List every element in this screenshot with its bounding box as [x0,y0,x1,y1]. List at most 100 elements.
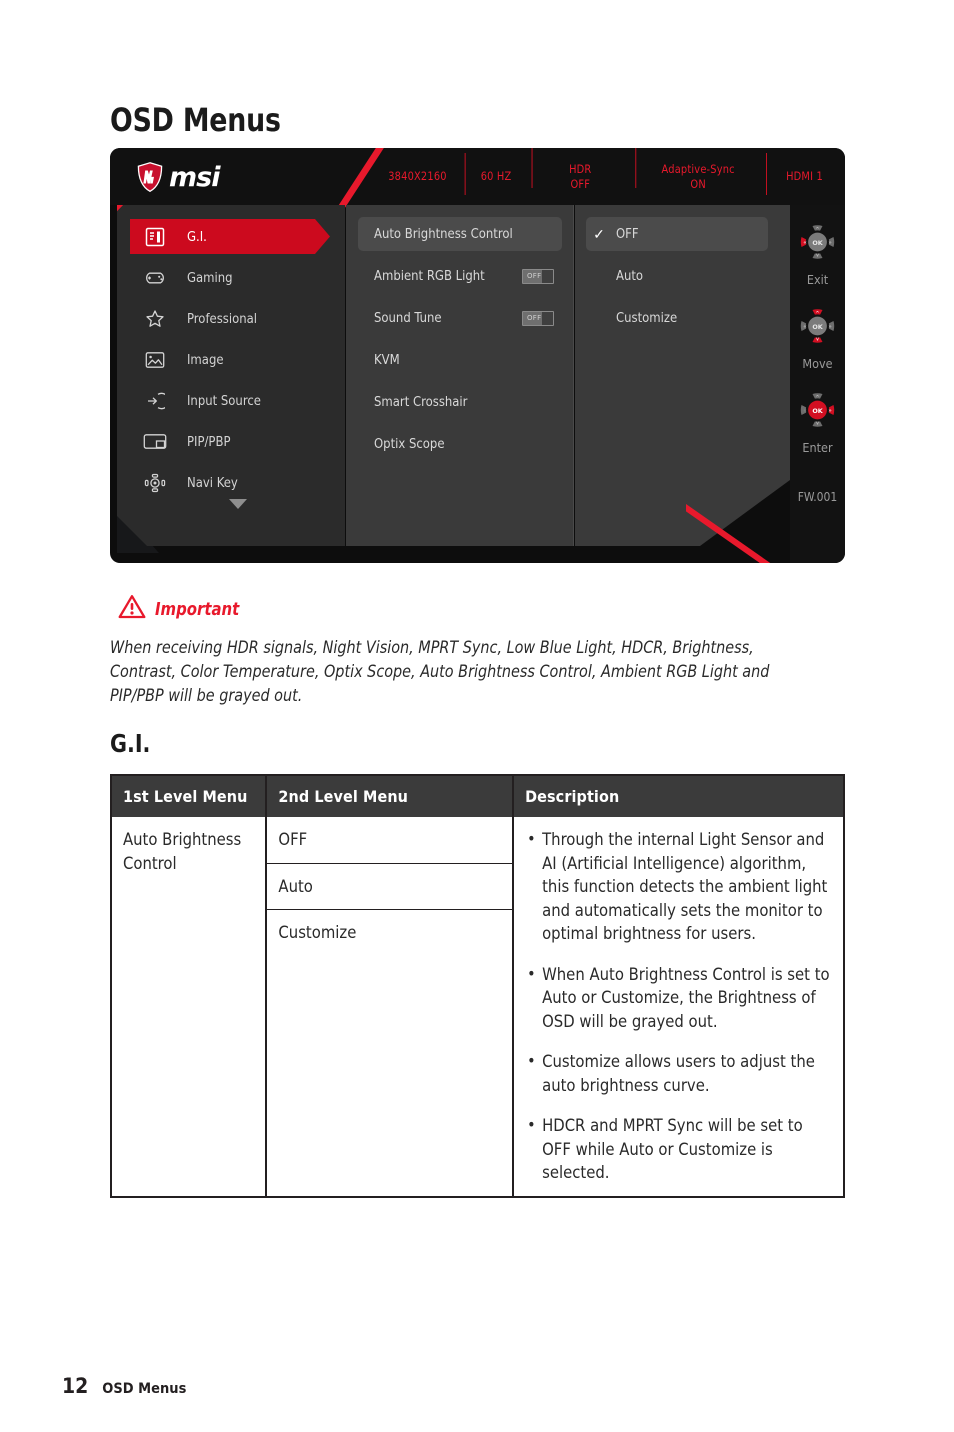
option-customize[interactable]: Customize [586,301,768,335]
menu-item-label: Optix Scope [374,436,445,452]
osd-status-bar: msi 3840X2160 60 HZ HDR OFF Adaptive-Syn… [110,148,845,208]
gi-settings-table: 1st Level Menu 2nd Level Menu Descriptio… [110,774,845,1198]
sidebar-item-label: Navi Key [187,474,238,491]
osd-sidebar: G.I. Gaming Professional Image Input Sou… [117,205,345,546]
status-adaptive-sync: Adaptive-Sync ON [634,148,761,192]
menu-item-label: Ambient RGB Light [374,268,485,284]
list-item: When Auto Brightness Control is set to A… [525,962,832,1034]
footer-section-label: OSD Menus [102,1381,187,1397]
sidebar-item-gi[interactable]: G.I. [130,219,330,254]
menu-item-ambient-rgb-light[interactable]: Ambient RGB Light OFF [358,259,562,293]
warning-triangle-icon [118,594,146,624]
table-header-row: 1st Level Menu 2nd Level Menu Descriptio… [111,775,844,817]
sidebar-item-navi-key[interactable]: Navi Key [130,465,330,500]
svg-text:OK: OK [812,239,823,247]
input-arrow-icon [140,390,170,412]
svg-text:^: ^ [815,395,819,401]
status-resolution: 3840X2160 [388,169,447,183]
osd-third-level-options: ✓ OFF Auto Customize [575,205,790,546]
check-icon: ✓ [593,226,605,242]
option-off[interactable]: ✓ OFF [586,217,768,251]
nav-key-label: Move [802,356,833,371]
menu-item-label: Smart Crosshair [374,394,468,410]
nav-key-label: Enter [802,440,833,455]
svg-text:v: v [816,420,819,426]
svg-text:OK: OK [812,407,823,415]
menu-item-optix-scope[interactable]: Optix Scope [358,427,562,461]
sidebar-item-label: Image [187,351,224,368]
sidebar-red-slash [117,205,125,267]
ambient-rgb-light-toggle[interactable]: OFF [522,268,554,284]
table-header-1st-level: 1st Level Menu [111,775,268,817]
status-input-source: HDMI 1 [765,153,843,195]
svg-text:»: » [828,408,831,414]
description-bullet-list: Through the internal Light Sensor and AI… [525,827,832,1185]
osd-navi-key-panel: OK « » ^ v Exit OK « » ^ v Move OK « » ^… [790,205,845,563]
nav-key-left-icon: OK « » ^ v [800,225,835,259]
status-hdr: HDR OFF [531,148,629,192]
menu-item-kvm[interactable]: KVM [358,343,562,377]
menu-item-label: Auto Brightness Control [374,226,513,242]
toggle-knob [542,269,553,283]
osd-red-diagonal-accent [686,504,804,563]
svg-text:«: « [803,240,806,246]
osd-screenshot: msi 3840X2160 60 HZ HDR OFF Adaptive-Syn… [110,148,845,563]
menu-item-sound-tune[interactable]: Sound Tune OFF [358,301,562,335]
second-level-option-off: OFF [267,817,513,864]
sidebar-item-image[interactable]: Image [130,342,330,377]
section-title: G.I. [110,729,151,758]
important-note-text: When receiving HDR signals, Night Vision… [110,638,770,705]
svg-text:«: « [803,408,806,414]
svg-text:»: » [828,324,831,330]
option-label: Customize [616,310,678,326]
option-label: Auto [616,268,644,284]
sidebar-item-pip-pbp[interactable]: PIP/PBP [130,424,330,459]
sound-tune-toggle[interactable]: OFF [522,310,554,326]
toggle-knob [542,311,553,325]
list-item: Through the internal Light Sensor and AI… [525,827,832,946]
picture-icon [140,349,170,371]
svg-text:«: « [803,324,806,330]
gamepad-icon [140,267,170,289]
sidebar-item-label: PIP/PBP [187,433,231,450]
nav-key-enter[interactable]: OK « » ^ v Enter [790,387,845,455]
msi-wordmark: msi [169,161,220,193]
osd-body: G.I. Gaming Professional Image Input Sou… [110,205,845,563]
navi-key-icon [140,472,170,494]
sidebar-item-label: G.I. [187,228,207,245]
svg-text:^: ^ [815,311,819,317]
sidebar-item-gaming[interactable]: Gaming [130,260,330,295]
gi-icon [140,226,170,248]
sidebar-item-input-source[interactable]: Input Source [130,383,330,418]
page-number: 12 [62,1374,89,1398]
osd-status-items: 3840X2160 60 HZ HDR OFF Adaptive-Sync ON… [372,148,845,205]
option-label: OFF [616,226,639,242]
menu-item-auto-brightness-control[interactable]: Auto Brightness Control [358,217,562,251]
nav-key-exit[interactable]: OK « » ^ v Exit [790,219,845,287]
important-title: Important [155,598,240,620]
nav-key-updown-icon: OK « » ^ v [800,309,835,343]
table-row: Auto Brightness Control OFF Auto Customi… [111,817,844,1197]
firmware-version: FW.001 [797,490,838,504]
msi-dragon-shield-icon [137,162,163,193]
menu-item-label: Sound Tune [374,310,442,326]
svg-text:v: v [816,252,819,258]
osd-second-level-menu: Auto Brightness Control Ambient RGB Ligh… [346,205,574,546]
nav-key-label: Exit [806,272,829,287]
menu-item-label: KVM [374,352,400,368]
svg-text:^: ^ [815,227,819,233]
option-auto[interactable]: Auto [586,259,768,293]
cell-description: Through the internal Light Sensor and AI… [513,817,844,1197]
table-header-2nd-level: 2nd Level Menu [266,775,515,817]
svg-text:v: v [816,336,819,342]
second-level-option-auto: Auto [267,864,513,910]
sidebar-item-label: Gaming [187,269,233,286]
menu-item-smart-crosshair[interactable]: Smart Crosshair [358,385,562,419]
important-note-header: Important [118,594,247,624]
nav-key-move[interactable]: OK « » ^ v Move [790,303,845,371]
cell-first-level-menu: Auto Brightness Control [111,817,268,1197]
chevron-down-icon[interactable] [229,499,247,509]
sidebar-item-label: Professional [187,310,258,327]
sidebar-item-professional[interactable]: Professional [130,301,330,336]
svg-text:OK: OK [812,323,823,331]
